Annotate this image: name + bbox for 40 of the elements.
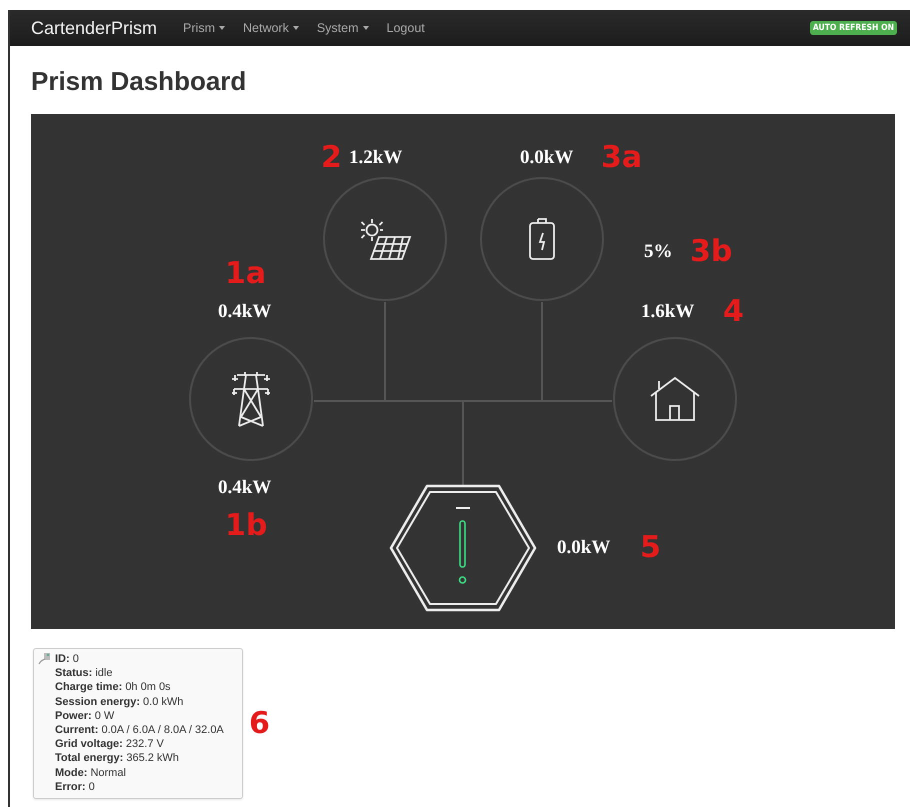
annotation-label: 3b: [690, 235, 732, 269]
annotation-label: 5: [640, 531, 661, 565]
info-line: Session energy: 0.0 kWh: [55, 694, 184, 709]
power-reading: 0.0kW: [520, 146, 574, 170]
info-line: Mode: Normal: [55, 766, 127, 780]
power-reading: 0.4kW: [218, 476, 272, 500]
info-line: Total energy: 365.2 kWh: [55, 751, 180, 766]
info-line: Power: 0 W: [55, 708, 116, 724]
power-reading: 1.6kW: [641, 300, 694, 324]
info-line: Charge time: 0h 0m 0s: [55, 680, 172, 695]
power-reading: 5%: [644, 240, 672, 264]
power-reading: 0.0kW: [557, 536, 610, 560]
charger-icon: [38, 652, 52, 665]
nav-menu-item[interactable]: Logout: [386, 21, 425, 35]
house-icon: [649, 376, 701, 422]
annotation-label: 6: [249, 706, 270, 742]
annotation-label: 3a: [601, 141, 642, 175]
solar-panel-icon: [358, 217, 412, 261]
power-tower-icon: [229, 370, 273, 428]
info-line: Grid voltage: 232.7 V: [55, 737, 165, 752]
info-line: Current: 0.0A / 6.0A / 8.0A / 32.0A: [55, 723, 224, 738]
annotation-label: 4: [723, 295, 744, 329]
power-reading: 1.2kW: [349, 146, 402, 170]
battery-icon: [528, 217, 556, 261]
nav-menu-item[interactable]: Prism: [183, 21, 225, 35]
brand-link[interactable]: CartenderPrism: [31, 18, 158, 38]
annotation-label: 2: [321, 141, 342, 175]
caret-icon: [362, 26, 369, 30]
nav-menu-item[interactable]: System: [316, 21, 369, 35]
info-line: ID: 0: [55, 652, 80, 666]
info-line: Error: 0: [55, 780, 96, 794]
annotation-label: 1b: [225, 509, 268, 543]
caret-icon: [219, 26, 225, 30]
auto-refresh-badge: AUTO REFRESH ON: [810, 21, 897, 35]
caret-icon: [292, 26, 299, 30]
info-line: Status: idle: [55, 666, 114, 680]
annotation-label: 1a: [225, 257, 266, 291]
nav-menu-item[interactable]: Network: [243, 21, 299, 35]
page-title: Prism Dashboard: [31, 66, 248, 96]
power-reading: 0.4kW: [218, 300, 272, 324]
